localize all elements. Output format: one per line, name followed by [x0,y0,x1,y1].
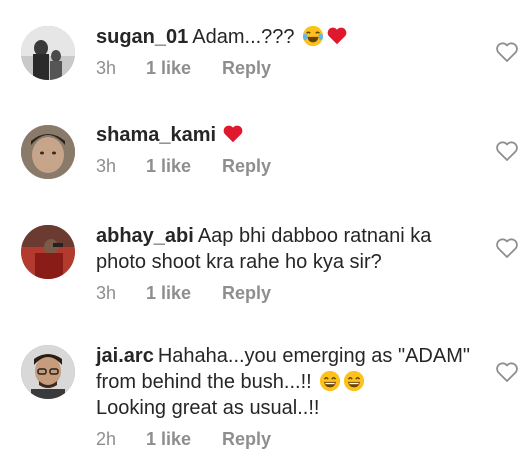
grinning-face-with-smiling-eyes-icon [319,370,341,392]
comment-message: Adam...??? [192,26,295,48]
grinning-face-with-smiling-eyes-icon [343,370,365,392]
red-heart-icon [326,25,348,47]
comment-meta: 3h 1 like Reply [96,154,476,178]
like-count[interactable]: 1 like [146,427,222,451]
timestamp: 3h [96,283,117,303]
comment-message-line2: Looking great as usual..!! [96,397,320,419]
avatar[interactable] [21,125,75,179]
like-count[interactable]: 1 like [146,154,222,178]
reply-button[interactable]: Reply [222,427,271,451]
reply-button[interactable]: Reply [222,281,271,305]
timestamp: 3h [96,156,117,176]
like-count[interactable]: 1 like [146,281,222,305]
timestamp: 2h [96,429,117,449]
username[interactable]: shama_kami [96,124,216,146]
like-heart-icon[interactable] [495,140,519,162]
comment-text: jai.arc Hahaha...you emerging as "ADAM" f… [96,343,476,421]
timestamp: 3h [96,58,117,78]
like-heart-icon[interactable] [495,237,519,259]
face-with-tears-of-joy-icon [302,25,324,47]
red-heart-icon [222,123,244,145]
reply-button[interactable]: Reply [222,154,271,178]
comment-text: abhay_abi Aap bhi dabboo ratnani ka photo… [96,223,476,275]
like-heart-icon[interactable] [495,41,519,63]
username[interactable]: abhay_abi [96,225,194,247]
avatar[interactable] [21,26,75,80]
username[interactable]: jai.arc [96,345,154,367]
username[interactable]: sugan_01 [96,26,188,48]
like-count[interactable]: 1 like [146,56,222,80]
avatar[interactable] [21,345,75,399]
reply-button[interactable]: Reply [222,56,271,80]
like-heart-icon[interactable] [495,361,519,383]
comment-text: shama_kami [96,122,476,148]
comment-text: sugan_01 Adam...??? [96,24,476,50]
avatar[interactable] [21,225,75,279]
comment-meta: 3h 1 like Reply [96,56,476,80]
comment-meta: 3h 1 like Reply [96,281,476,305]
comment-meta: 2h 1 like Reply [96,427,476,451]
